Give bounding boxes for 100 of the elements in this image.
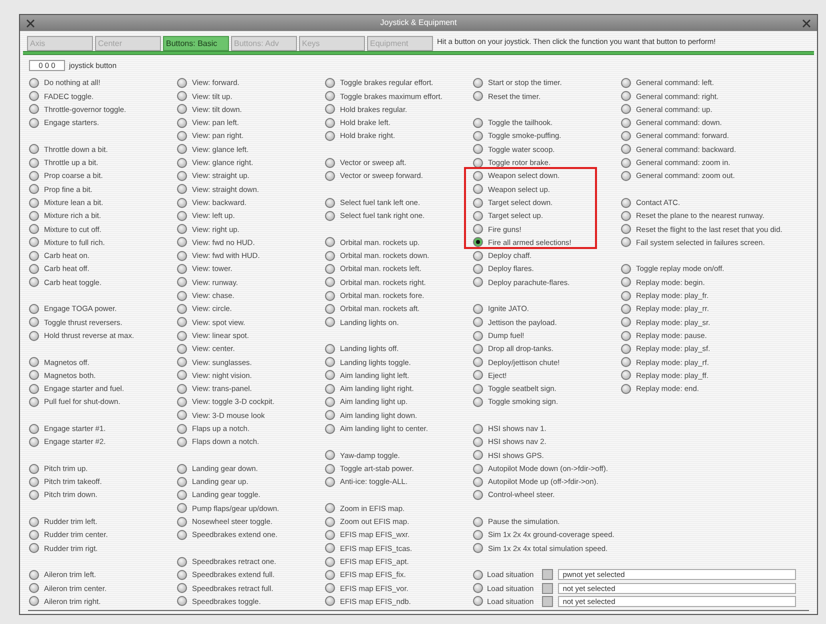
radio-button[interactable]: [177, 357, 187, 368]
radio-button[interactable]: [177, 384, 187, 394]
radio-button[interactable]: [473, 198, 483, 208]
radio-button[interactable]: [473, 436, 483, 447]
radio-button[interactable]: [325, 317, 335, 328]
checkbox[interactable]: [542, 569, 553, 580]
radio-button[interactable]: [29, 424, 39, 434]
radio-button[interactable]: [473, 118, 483, 128]
radio-button[interactable]: [29, 158, 39, 168]
radio-button[interactable]: [473, 397, 483, 408]
radio-button[interactable]: [177, 397, 187, 408]
radio-button[interactable]: [325, 543, 335, 554]
radio-button[interactable]: [621, 237, 631, 248]
radio-button[interactable]: [29, 237, 39, 248]
close-icon[interactable]: [26, 18, 35, 28]
radio-button[interactable]: [177, 424, 187, 434]
radio-button[interactable]: [473, 317, 483, 328]
radio-button[interactable]: [325, 170, 335, 181]
radio-button[interactable]: [177, 158, 187, 168]
radio-button[interactable]: [29, 384, 39, 394]
radio-button[interactable]: [29, 78, 39, 88]
radio-button[interactable]: [325, 210, 335, 221]
checkbox[interactable]: [542, 596, 553, 607]
radio-button[interactable]: [621, 384, 631, 394]
radio-button[interactable]: [29, 170, 39, 181]
radio-button[interactable]: [177, 436, 187, 447]
radio-button[interactable]: [621, 170, 631, 181]
radio-button[interactable]: [177, 184, 187, 194]
radio-button[interactable]: [473, 583, 483, 594]
radio-button[interactable]: [325, 104, 335, 114]
radio-button[interactable]: [29, 596, 39, 606]
radio-button[interactable]: [325, 344, 335, 354]
radio-button[interactable]: [177, 583, 187, 594]
radio-button[interactable]: [177, 264, 187, 274]
radio-button[interactable]: [29, 330, 39, 341]
radio-button[interactable]: [473, 424, 483, 434]
radio-button[interactable]: [325, 91, 335, 102]
radio-button[interactable]: [177, 78, 187, 88]
radio-button[interactable]: [473, 184, 483, 194]
radio-button[interactable]: [177, 370, 187, 380]
radio-button[interactable]: [473, 224, 483, 234]
radio-button[interactable]: [621, 118, 631, 128]
radio-button[interactable]: [621, 224, 631, 234]
radio-button[interactable]: [177, 290, 187, 301]
radio-button[interactable]: [621, 144, 631, 154]
radio-button[interactable]: [621, 330, 631, 341]
radio-button[interactable]: [325, 464, 335, 474]
radio-button[interactable]: [177, 224, 187, 234]
radio-button[interactable]: [473, 210, 483, 221]
radio-button[interactable]: [473, 330, 483, 341]
radio-button[interactable]: [473, 237, 483, 248]
radio-button[interactable]: [177, 410, 187, 420]
radio-button[interactable]: [473, 384, 483, 394]
radio-button[interactable]: [621, 290, 631, 301]
radio-button[interactable]: [473, 450, 483, 460]
radio-button[interactable]: [177, 596, 187, 606]
radio-button[interactable]: [621, 317, 631, 328]
radio-button[interactable]: [473, 344, 483, 354]
radio-button[interactable]: [177, 570, 187, 580]
radio-button[interactable]: [325, 198, 335, 208]
radio-button[interactable]: [29, 304, 39, 314]
radio-button[interactable]: [621, 304, 631, 314]
radio-button[interactable]: [29, 464, 39, 474]
checkbox[interactable]: [542, 582, 553, 594]
radio-button[interactable]: [325, 530, 335, 540]
radio-button[interactable]: [29, 476, 39, 487]
radio-button[interactable]: [473, 530, 483, 540]
radio-button[interactable]: [177, 277, 187, 288]
radio-button[interactable]: [177, 131, 187, 142]
radio-button[interactable]: [621, 104, 631, 114]
radio-button[interactable]: [177, 464, 187, 474]
radio-button[interactable]: [29, 104, 39, 114]
radio-button[interactable]: [473, 304, 483, 314]
radio-button[interactable]: [325, 516, 335, 527]
radio-button[interactable]: [325, 503, 335, 514]
radio-button[interactable]: [473, 264, 483, 274]
radio-button[interactable]: [29, 543, 39, 554]
radio-button[interactable]: [29, 583, 39, 594]
radio-button[interactable]: [29, 317, 39, 328]
close-icon[interactable]: [802, 18, 811, 28]
radio-button[interactable]: [177, 490, 187, 500]
radio-button[interactable]: [473, 250, 483, 261]
radio-button[interactable]: [325, 424, 335, 434]
radio-button[interactable]: [621, 264, 631, 274]
radio-button[interactable]: [177, 304, 187, 314]
radio-button[interactable]: [177, 503, 187, 514]
radio-button[interactable]: [177, 317, 187, 328]
radio-button[interactable]: [473, 464, 483, 474]
radio-button[interactable]: [29, 490, 39, 500]
radio-button[interactable]: [473, 516, 483, 527]
radio-button[interactable]: [177, 556, 187, 567]
radio-button[interactable]: [177, 530, 187, 540]
radio-button[interactable]: [29, 144, 39, 154]
radio-button[interactable]: [325, 570, 335, 580]
radio-button[interactable]: [325, 78, 335, 88]
radio-button[interactable]: [473, 78, 483, 88]
radio-button[interactable]: [325, 397, 335, 408]
radio-button[interactable]: [473, 596, 483, 606]
radio-button[interactable]: [473, 570, 483, 580]
radio-button[interactable]: [29, 436, 39, 447]
